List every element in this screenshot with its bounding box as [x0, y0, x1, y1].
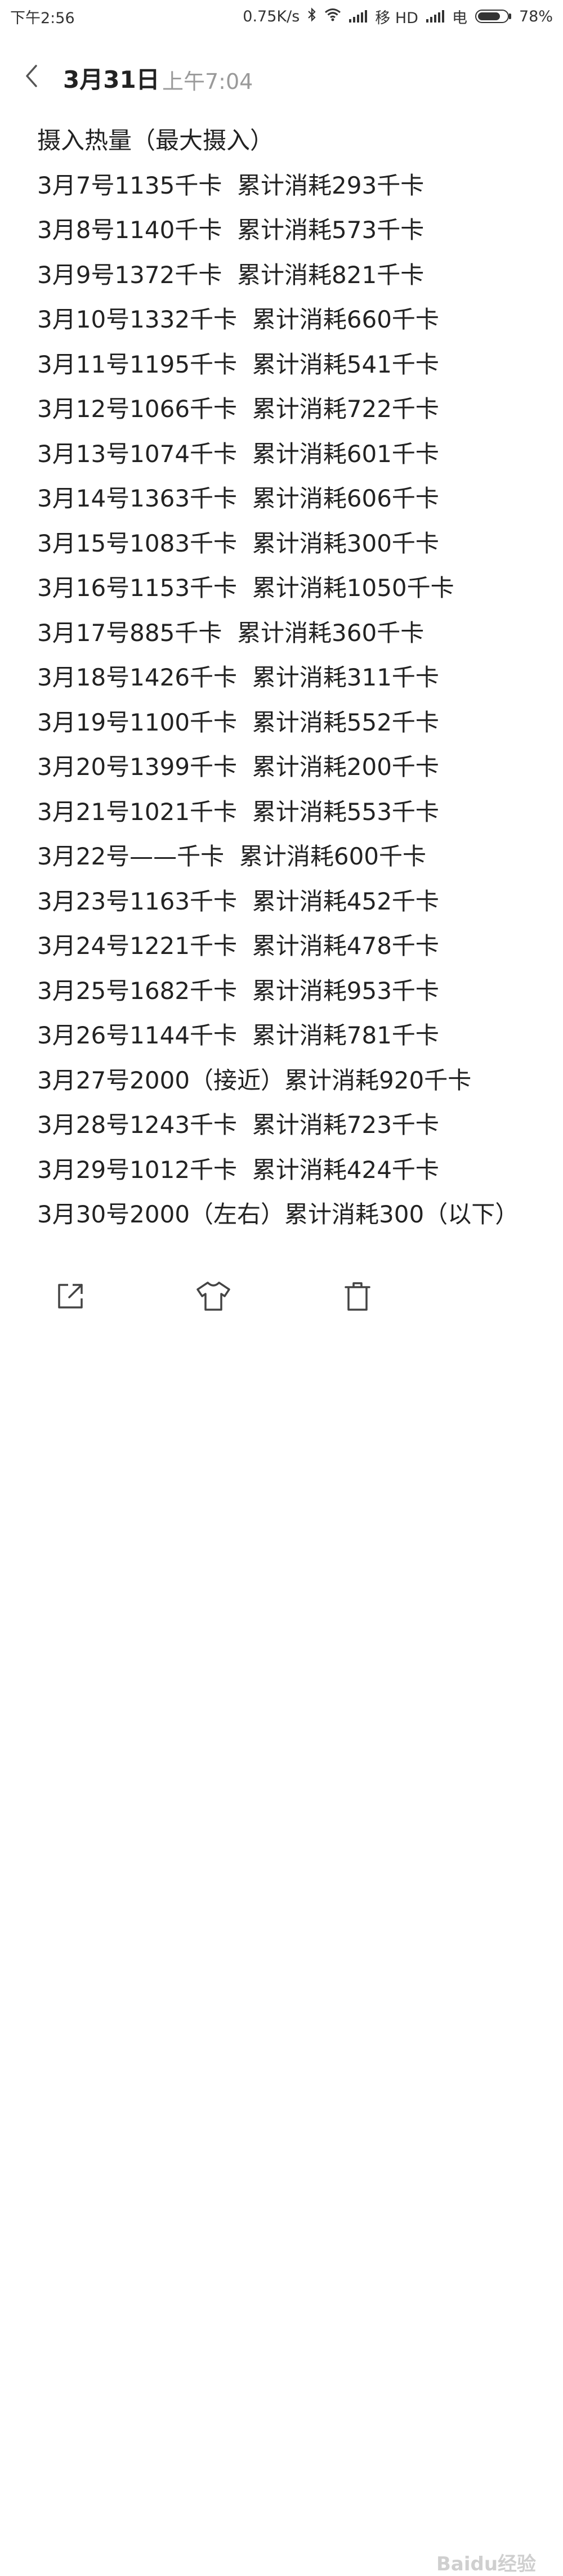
note-line: 3月28号1243千卡 累计消耗723千卡 — [37, 1111, 439, 1139]
note-line: 3月15号1083千卡 累计消耗300千卡 — [37, 529, 439, 557]
note-title-line: 摄入热量（最大摄入） — [37, 127, 274, 154]
note-line: 3月27号2000（接近）累计消耗920千卡 — [37, 1066, 472, 1094]
note-line: 3月17号885千卡 累计消耗360千卡 — [37, 619, 425, 647]
shirt-icon — [196, 1282, 230, 1311]
wifi-icon — [324, 8, 341, 25]
note-line: 3月19号1100千卡 累计消耗552千卡 — [37, 708, 439, 736]
network-speed: 0.75K/s — [243, 7, 300, 25]
bluetooth-icon — [307, 7, 316, 26]
status-bar: 下午2:56 0.75K/s 移 HD 电 78% — [0, 0, 563, 33]
chevron-left-icon — [26, 65, 37, 87]
note-line: 3月30号2000（左右）累计消耗300（以下） — [37, 1200, 519, 1228]
note-content[interactable]: 摄入热量（最大摄入） 3月7号1135千卡 累计消耗293千卡 3月8号1140… — [37, 118, 544, 1237]
note-line: 3月14号1363千卡 累计消耗606千卡 — [37, 485, 439, 512]
note-time: 上午7:04 — [162, 69, 253, 94]
trash-icon — [345, 1282, 370, 1311]
note-line: 3月24号1221千卡 累计消耗478千卡 — [37, 932, 439, 960]
note-line: 3月18号1426千卡 累计消耗311千卡 — [37, 664, 439, 691]
battery-percent: 78% — [519, 7, 553, 25]
note-line: 3月29号1012千卡 累计消耗424千卡 — [37, 1155, 439, 1184]
note-line: 3月21号1021千卡 累计消耗553千卡 — [37, 798, 439, 826]
share-icon — [58, 1284, 83, 1309]
theme-button[interactable] — [194, 1276, 233, 1316]
status-time: 下午2:56 — [10, 9, 75, 27]
note-line: 3月25号1682千卡 累计消耗953千卡 — [37, 976, 439, 1005]
carrier-1: 移 HD — [375, 9, 418, 27]
note-header: 3月31日 上午7:04 — [0, 56, 563, 96]
note-line: 3月22号——千卡 累计消耗600千卡 — [37, 843, 427, 870]
note-line: 3月8号1140千卡 累计消耗573千卡 — [37, 216, 425, 244]
carrier-2: 电 — [452, 9, 467, 27]
note-line: 3月9号1372千卡 累计消耗821千卡 — [37, 261, 425, 289]
battery-fill — [477, 12, 500, 20]
note-line: 3月26号1144千卡 累计消耗781千卡 — [37, 1022, 439, 1049]
note-date: 3月31日 — [63, 66, 160, 93]
battery-icon — [475, 10, 511, 23]
baidu-watermark: Baidu经验 — [436, 2553, 537, 2575]
share-button[interactable] — [51, 1276, 90, 1316]
note-line: 3月7号1135千卡 累计消耗293千卡 — [37, 171, 425, 199]
status-indicators: 0.75K/s 移 HD 电 78% — [243, 6, 553, 28]
note-line: 3月16号1153千卡 累计消耗1050千卡 — [37, 574, 454, 602]
delete-button[interactable] — [338, 1276, 377, 1316]
note-line: 3月23号1163千卡 累计消耗452千卡 — [37, 887, 439, 915]
note-line: 3月10号1332千卡 累计消耗660千卡 — [37, 306, 439, 333]
bottom-toolbar: Baidu经验 — [0, 1272, 563, 2575]
note-line: 3月13号1074千卡 累计消耗601千卡 — [37, 440, 439, 468]
note-line: 3月20号1399千卡 累计消耗200千卡 — [37, 753, 439, 781]
note-line: 3月11号1195千卡 累计消耗541千卡 — [37, 350, 439, 378]
note-line: 3月12号1066千卡 累计消耗722千卡 — [37, 395, 439, 423]
signal-icon — [426, 10, 444, 23]
signal-icon — [349, 10, 368, 23]
back-button[interactable] — [20, 62, 43, 90]
